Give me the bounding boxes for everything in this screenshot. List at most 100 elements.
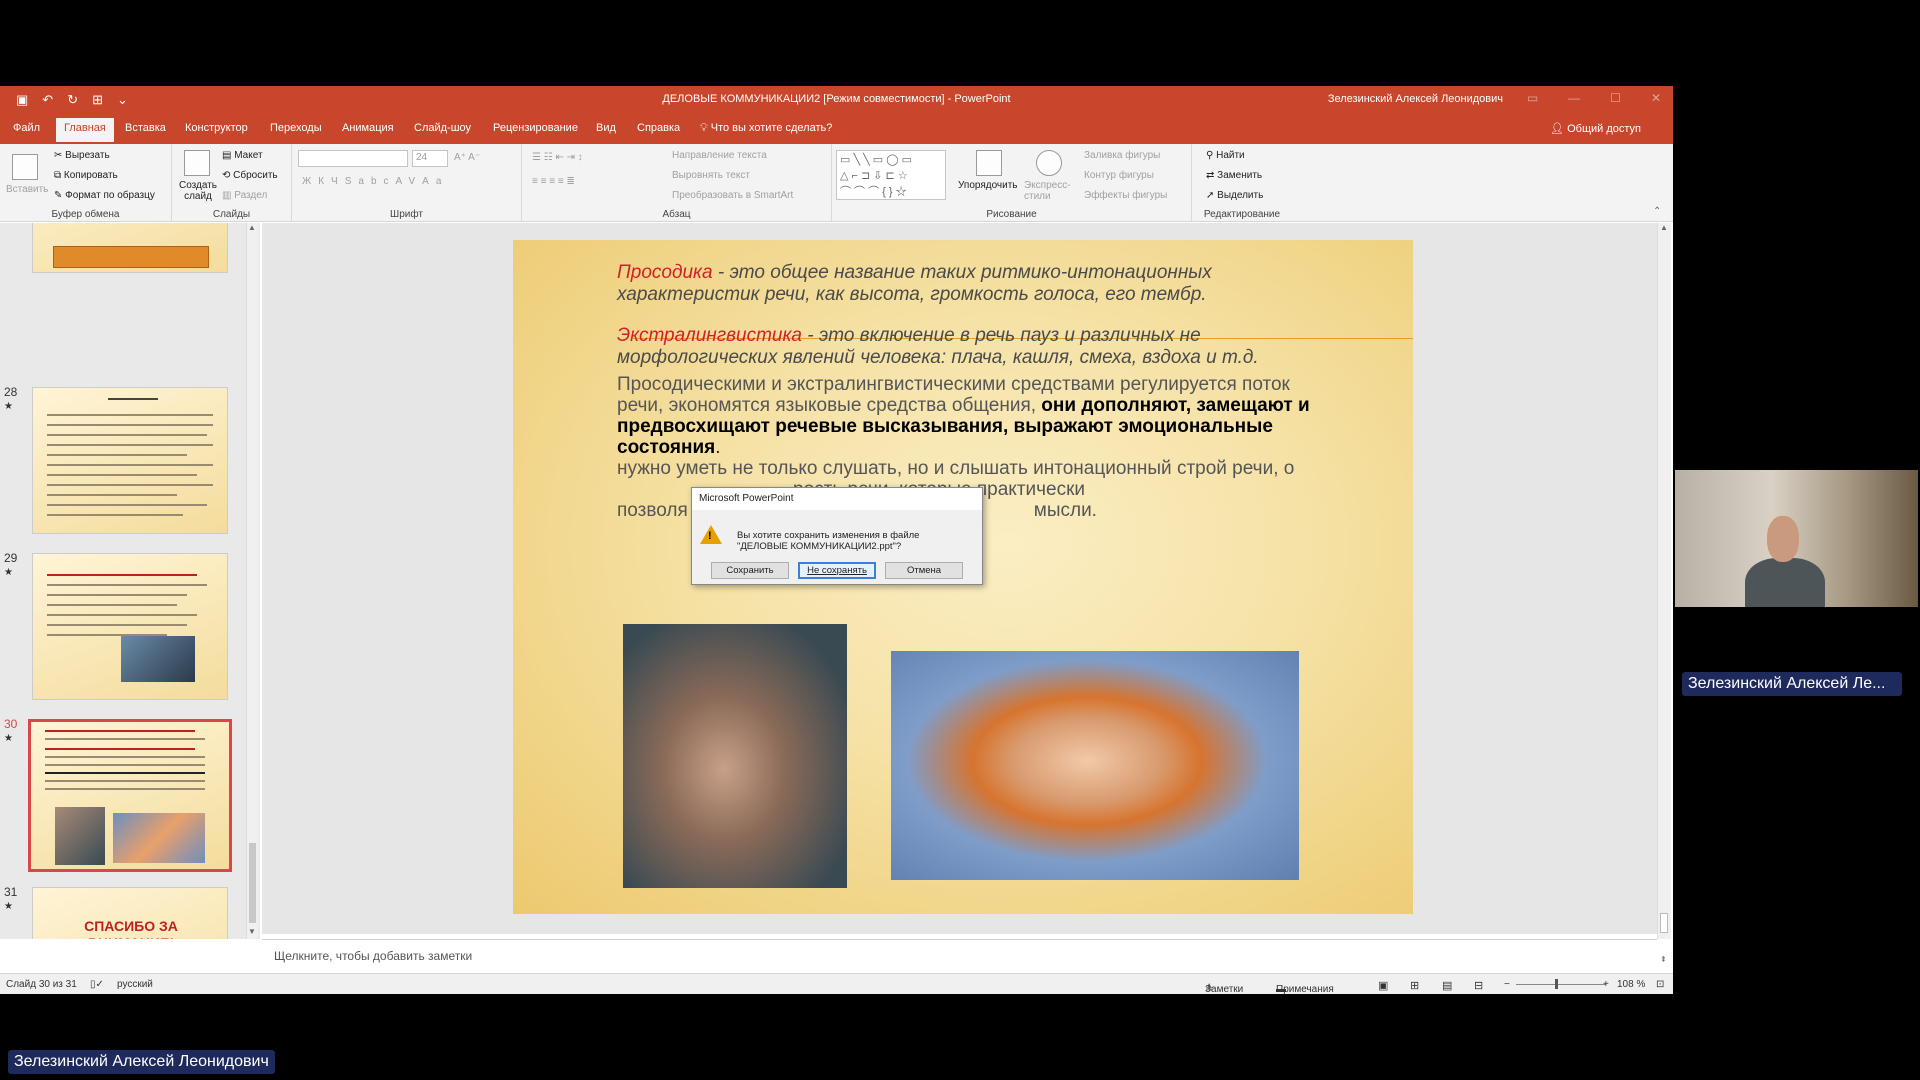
list-buttons[interactable]: ☰ ☷ ⇤ ⇥ ↕ bbox=[532, 152, 583, 163]
select-button[interactable]: ➚ Выделить bbox=[1206, 190, 1263, 201]
zoom-out-icon[interactable]: − bbox=[1504, 979, 1510, 990]
reading-view-icon[interactable]: ▤ bbox=[1442, 979, 1452, 992]
thumbnail-text-line bbox=[47, 584, 207, 586]
dont-save-button[interactable]: Не сохранять bbox=[798, 562, 876, 579]
star-icon: ★ bbox=[4, 901, 13, 912]
tab-home[interactable]: Главная bbox=[56, 118, 114, 142]
slide-sorter-icon[interactable]: ⊞ bbox=[1410, 979, 1419, 992]
layout-button[interactable]: ▤ Макет bbox=[222, 150, 263, 161]
shape-effects-button[interactable]: Эффекты фигуры bbox=[1084, 190, 1167, 201]
text-direction-button[interactable]: Направление текста bbox=[672, 150, 767, 161]
previous-slide-icon[interactable]: ⇞ bbox=[1660, 955, 1667, 964]
font-size-input[interactable]: 24 bbox=[412, 150, 448, 167]
quick-styles-button[interactable]: Экспресс-стили bbox=[1024, 180, 1074, 202]
arrange-button[interactable]: Упорядочить bbox=[958, 180, 1018, 191]
tab-insert[interactable]: Вставка bbox=[125, 122, 166, 134]
laughing-child-photo[interactable] bbox=[891, 651, 1299, 880]
tell-me-search[interactable]: 💡︎ Что вы хотите сделать? bbox=[700, 122, 832, 135]
shape-fill-button[interactable]: Заливка фигуры bbox=[1084, 150, 1160, 161]
crying-child-photo[interactable] bbox=[623, 624, 847, 888]
thumbnails-scrollbar[interactable]: ▲ ▼ bbox=[246, 223, 258, 939]
tab-help[interactable]: Справка bbox=[637, 122, 680, 134]
scroll-up-icon[interactable]: ▲ bbox=[248, 223, 256, 232]
thumbnail-text-line bbox=[47, 494, 177, 496]
maximize-icon[interactable]: ☐ bbox=[1610, 91, 1621, 105]
section-button[interactable]: ▥ Раздел bbox=[222, 190, 267, 201]
star-icon: ★ bbox=[4, 567, 13, 578]
collapse-ribbon-icon[interactable]: ⌃ bbox=[1653, 206, 1661, 217]
language-indicator[interactable]: русский bbox=[117, 979, 153, 990]
align-text-button[interactable]: Выровнять текст bbox=[672, 170, 750, 181]
slide-thumbnails-panel: 28 ★ 29 ★ 30 ★ 31 ★ СПАСИБО ЗА ▲ ▼ bbox=[0, 223, 260, 939]
extralinguistics-paragraph[interactable]: Экстралингвистика - это включение в речь… bbox=[617, 325, 1337, 369]
copy-button[interactable]: ⧉ Копировать bbox=[54, 170, 118, 181]
new-slide-icon[interactable] bbox=[184, 150, 210, 176]
user-name[interactable]: Зелезинский Алексей Леонидович bbox=[1328, 93, 1503, 105]
minimize-icon[interactable]: — bbox=[1568, 91, 1580, 105]
slide-thumbnail-31[interactable]: СПАСИБО ЗА ВНИМАНИЕ! bbox=[32, 887, 228, 939]
paste-button[interactable]: Вставить bbox=[6, 184, 48, 195]
format-painter-button[interactable]: ✎ Формат по образцу bbox=[54, 190, 155, 201]
replace-button[interactable]: ⇄ Заменить bbox=[1206, 170, 1262, 181]
slide-counter: Слайд 30 из 31 bbox=[6, 979, 77, 990]
quick-styles-icon[interactable] bbox=[1036, 150, 1062, 176]
slide-thumbnail-30[interactable] bbox=[28, 719, 232, 872]
scroll-thumb[interactable] bbox=[249, 843, 256, 923]
tab-review[interactable]: Рецензирование bbox=[493, 122, 578, 134]
editing-group: ⚲ Найти ⇄ Заменить ➚ Выделить Редактиров… bbox=[1192, 144, 1292, 222]
reset-icon: ⟲ bbox=[222, 170, 234, 181]
fit-slide-icon[interactable]: ⊡ bbox=[1656, 979, 1664, 990]
paste-icon[interactable] bbox=[12, 154, 38, 180]
reset-button[interactable]: ⟲ Сбросить bbox=[222, 170, 278, 181]
prosody-paragraph[interactable]: Просодика - это общее название таких рит… bbox=[617, 262, 1337, 306]
scroll-thumb[interactable] bbox=[1660, 913, 1668, 933]
save-changes-dialog: Microsoft PowerPoint Вы хотите сохранить… bbox=[691, 487, 983, 585]
spellcheck-icon[interactable]: ▯✓ bbox=[90, 979, 104, 990]
tab-design[interactable]: Конструктор bbox=[185, 122, 248, 134]
zoom-level[interactable]: 108 % bbox=[1617, 979, 1645, 990]
slide-thumbnail-27[interactable] bbox=[32, 223, 228, 273]
presenter-name-tag: Зелезинский Алексей Леонидович bbox=[8, 1050, 275, 1074]
handshake-image bbox=[121, 636, 195, 682]
zoom-slider-thumb[interactable] bbox=[1555, 979, 1558, 989]
thumbnail-text-line bbox=[47, 594, 187, 596]
body-text-end: . bbox=[715, 437, 721, 458]
tab-view[interactable]: Вид bbox=[596, 122, 616, 134]
slideshow-icon[interactable]: ⊟ bbox=[1474, 979, 1483, 992]
thumbnail-title-line bbox=[108, 398, 158, 400]
share-button[interactable]: 👤︎ Общий доступ bbox=[1550, 122, 1641, 135]
slide-thumbnail-28[interactable] bbox=[32, 387, 228, 534]
participant-video[interactable] bbox=[1675, 470, 1918, 607]
shape-outline-button[interactable]: Контур фигуры bbox=[1084, 170, 1154, 181]
notes-pane[interactable]: Щелкните, чтобы добавить заметки bbox=[262, 939, 1657, 972]
find-button[interactable]: ⚲ Найти bbox=[1206, 150, 1245, 161]
shapes-gallery[interactable]: ▭ ╲ ╲ ▭ ◯ ▭ △ ⌐ ⊐ ⇩ ⊏ ☆ ⌒ ⌒ ⌒ { } ☆ bbox=[836, 150, 946, 200]
arrange-icon[interactable] bbox=[976, 150, 1002, 176]
align-buttons[interactable]: ≡ ≡ ≡ ≡ ≣ bbox=[532, 176, 575, 187]
font-grow-icon[interactable]: A⁺ A⁻ bbox=[454, 152, 480, 163]
normal-view-icon[interactable]: ▣ bbox=[1378, 979, 1388, 992]
smartart-button[interactable]: Преобразовать в SmartArt bbox=[672, 190, 793, 201]
tab-file[interactable]: Файл bbox=[13, 122, 40, 134]
scroll-down-icon[interactable]: ▼ bbox=[248, 927, 256, 936]
close-icon[interactable]: ✕ bbox=[1651, 91, 1661, 105]
cut-button[interactable]: ✂ Вырезать bbox=[54, 150, 110, 161]
save-button[interactable]: Сохранить bbox=[711, 562, 789, 579]
zoom-in-icon[interactable]: + bbox=[1603, 979, 1609, 990]
cancel-button[interactable]: Отмена bbox=[885, 562, 963, 579]
layout-icon: ▤ bbox=[222, 150, 235, 161]
font-format-buttons[interactable]: ЖКЧSabcAVАа bbox=[302, 176, 448, 187]
new-slide-button[interactable]: Создать слайд bbox=[178, 180, 218, 202]
drawing-group: ▭ ╲ ╲ ▭ ◯ ▭ △ ⌐ ⊐ ⇩ ⊏ ☆ ⌒ ⌒ ⌒ { } ☆ Упоряд… bbox=[832, 144, 1192, 222]
editor-scrollbar[interactable]: ▲ ⇞ bbox=[1657, 223, 1671, 964]
slide-number: 28 bbox=[4, 385, 18, 399]
thumbnail-text-line bbox=[47, 434, 207, 436]
ribbon-display-icon[interactable]: ▭ bbox=[1527, 91, 1538, 105]
slide-thumbnail-29[interactable] bbox=[32, 553, 228, 700]
tab-animations[interactable]: Анимация bbox=[342, 122, 394, 134]
scroll-up-icon[interactable]: ▲ bbox=[1660, 223, 1668, 232]
zoom-slider[interactable] bbox=[1516, 984, 1606, 985]
tab-slideshow[interactable]: Слайд-шоу bbox=[414, 122, 471, 134]
font-name-input[interactable] bbox=[298, 150, 408, 167]
tab-transitions[interactable]: Переходы bbox=[270, 122, 322, 134]
